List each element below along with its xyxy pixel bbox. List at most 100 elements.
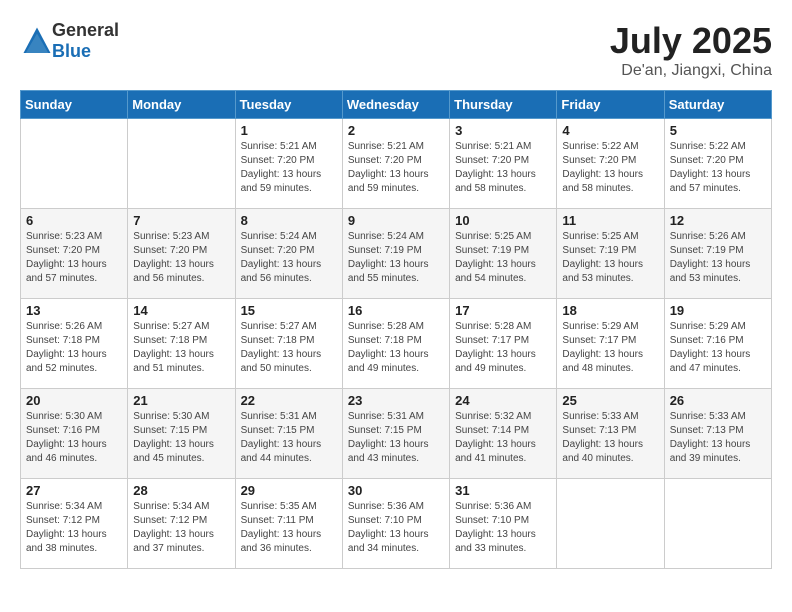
day-detail: Sunrise: 5:34 AM Sunset: 7:12 PM Dayligh… <box>133 500 229 556</box>
calendar-cell: 30Sunrise: 5:36 AM Sunset: 7:10 PM Dayli… <box>342 479 449 569</box>
calendar-cell: 29 Sunrise: 5:35 AM Sunset: 7:11 PM Dayli… <box>235 479 342 569</box>
weekday-header-tuesday: Tuesday <box>235 91 342 119</box>
weekday-header-wednesday: Wednesday <box>342 91 449 119</box>
calendar-cell: 31Sunrise: 5:36 AM Sunset: 7:10 PM Dayli… <box>450 479 557 569</box>
day-number: 15 <box>241 303 337 318</box>
calendar-cell: 2 Sunrise: 5:21 AM Sunset: 7:20 PM Daylig… <box>342 119 449 209</box>
day-detail: Sunrise: 5:35 AM Sunset: 7:11 PM Dayligh… <box>241 500 337 556</box>
day-detail: Sunrise: 5:24 AM Sunset: 7:19 PM Dayligh… <box>348 230 444 286</box>
day-number: 19 <box>670 303 766 318</box>
weekday-header-saturday: Saturday <box>664 91 771 119</box>
day-detail: Sunrise: 5:23 AM Sunset: 7:20 PM Dayligh… <box>133 230 229 286</box>
calendar-cell: 8Sunrise: 5:24 AM Sunset: 7:20 PM Daylig… <box>235 209 342 299</box>
day-number: 2 <box>348 123 444 138</box>
calendar-cell: 11 Sunrise: 5:25 AM Sunset: 7:19 PM Dayli… <box>557 209 664 299</box>
day-number: 28 <box>133 483 229 498</box>
day-number: 22 <box>241 393 337 408</box>
day-number: 23 <box>348 393 444 408</box>
calendar-cell <box>664 479 771 569</box>
week-row-2: 6Sunrise: 5:23 AM Sunset: 7:20 PM Daylig… <box>21 209 772 299</box>
day-detail: Sunrise: 5:23 AM Sunset: 7:20 PM Dayligh… <box>26 230 122 286</box>
calendar-cell: 12Sunrise: 5:26 AM Sunset: 7:19 PM Dayli… <box>664 209 771 299</box>
calendar-cell: 4 Sunrise: 5:22 AM Sunset: 7:20 PM Daylig… <box>557 119 664 209</box>
week-row-1: 1 Sunrise: 5:21 AM Sunset: 7:20 PM Daylig… <box>21 119 772 209</box>
day-detail: Sunrise: 5:28 AM Sunset: 7:18 PM Dayligh… <box>348 320 444 376</box>
calendar-cell: 19 Sunrise: 5:29 AM Sunset: 7:16 PM Dayli… <box>664 299 771 389</box>
weekday-header-friday: Friday <box>557 91 664 119</box>
week-row-5: 27 Sunrise: 5:34 AM Sunset: 7:12 PM Dayli… <box>21 479 772 569</box>
weekday-header-monday: Monday <box>128 91 235 119</box>
logo-text-general: General <box>52 20 119 40</box>
day-number: 11 <box>562 213 658 228</box>
calendar-cell <box>21 119 128 209</box>
day-number: 24 <box>455 393 551 408</box>
day-detail: Sunrise: 5:22 AM Sunset: 7:20 PM Dayligh… <box>562 140 658 196</box>
day-detail: Sunrise: 5:33 AM Sunset: 7:13 PM Dayligh… <box>562 410 658 466</box>
day-detail: Sunrise: 5:25 AM Sunset: 7:19 PM Dayligh… <box>455 230 551 286</box>
day-number: 16 <box>348 303 444 318</box>
day-number: 18 <box>562 303 658 318</box>
day-number: 1 <box>241 123 337 138</box>
day-detail: Sunrise: 5:25 AM Sunset: 7:19 PM Dayligh… <box>562 230 658 286</box>
day-detail: Sunrise: 5:36 AM Sunset: 7:10 PM Dayligh… <box>455 500 551 556</box>
calendar-cell <box>557 479 664 569</box>
calendar-cell: 15Sunrise: 5:27 AM Sunset: 7:18 PM Dayli… <box>235 299 342 389</box>
calendar-cell: 10 Sunrise: 5:25 AM Sunset: 7:19 PM Dayli… <box>450 209 557 299</box>
calendar-cell: 21 Sunrise: 5:30 AM Sunset: 7:15 PM Dayli… <box>128 389 235 479</box>
location: De'an, Jiangxi, China <box>610 62 772 80</box>
day-number: 27 <box>26 483 122 498</box>
day-number: 4 <box>562 123 658 138</box>
weekday-header-row: SundayMondayTuesdayWednesdayThursdayFrid… <box>21 91 772 119</box>
day-number: 25 <box>562 393 658 408</box>
day-detail: Sunrise: 5:21 AM Sunset: 7:20 PM Dayligh… <box>241 140 337 196</box>
day-number: 13 <box>26 303 122 318</box>
calendar-cell: 27 Sunrise: 5:34 AM Sunset: 7:12 PM Dayli… <box>21 479 128 569</box>
calendar-cell: 14 Sunrise: 5:27 AM Sunset: 7:18 PM Dayli… <box>128 299 235 389</box>
title-area: July 2025 De'an, Jiangxi, China <box>610 20 772 80</box>
day-number: 29 <box>241 483 337 498</box>
day-detail: Sunrise: 5:31 AM Sunset: 7:15 PM Dayligh… <box>241 410 337 466</box>
calendar-cell: 25 Sunrise: 5:33 AM Sunset: 7:13 PM Dayli… <box>557 389 664 479</box>
day-number: 30 <box>348 483 444 498</box>
day-detail: Sunrise: 5:28 AM Sunset: 7:17 PM Dayligh… <box>455 320 551 376</box>
day-number: 10 <box>455 213 551 228</box>
day-detail: Sunrise: 5:31 AM Sunset: 7:15 PM Dayligh… <box>348 410 444 466</box>
day-detail: Sunrise: 5:33 AM Sunset: 7:13 PM Dayligh… <box>670 410 766 466</box>
day-number: 21 <box>133 393 229 408</box>
calendar-cell: 23 Sunrise: 5:31 AM Sunset: 7:15 PM Dayli… <box>342 389 449 479</box>
calendar-cell: 17 Sunrise: 5:28 AM Sunset: 7:17 PM Dayli… <box>450 299 557 389</box>
calendar-cell: 22 Sunrise: 5:31 AM Sunset: 7:15 PM Dayli… <box>235 389 342 479</box>
calendar-table: SundayMondayTuesdayWednesdayThursdayFrid… <box>20 90 772 569</box>
logo-icon <box>22 26 52 56</box>
calendar-cell: 24 Sunrise: 5:32 AM Sunset: 7:14 PM Dayli… <box>450 389 557 479</box>
calendar-cell <box>128 119 235 209</box>
calendar-cell: 20Sunrise: 5:30 AM Sunset: 7:16 PM Dayli… <box>21 389 128 479</box>
calendar-cell: 3 Sunrise: 5:21 AM Sunset: 7:20 PM Daylig… <box>450 119 557 209</box>
day-detail: Sunrise: 5:21 AM Sunset: 7:20 PM Dayligh… <box>348 140 444 196</box>
day-detail: Sunrise: 5:30 AM Sunset: 7:15 PM Dayligh… <box>133 410 229 466</box>
weekday-header-thursday: Thursday <box>450 91 557 119</box>
day-number: 3 <box>455 123 551 138</box>
calendar-cell: 9 Sunrise: 5:24 AM Sunset: 7:19 PM Daylig… <box>342 209 449 299</box>
day-detail: Sunrise: 5:29 AM Sunset: 7:16 PM Dayligh… <box>670 320 766 376</box>
day-detail: Sunrise: 5:34 AM Sunset: 7:12 PM Dayligh… <box>26 500 122 556</box>
day-number: 8 <box>241 213 337 228</box>
day-detail: Sunrise: 5:26 AM Sunset: 7:19 PM Dayligh… <box>670 230 766 286</box>
day-number: 20 <box>26 393 122 408</box>
week-row-3: 13Sunrise: 5:26 AM Sunset: 7:18 PM Dayli… <box>21 299 772 389</box>
day-number: 9 <box>348 213 444 228</box>
logo-text-blue: Blue <box>52 41 91 61</box>
day-number: 17 <box>455 303 551 318</box>
weekday-header-sunday: Sunday <box>21 91 128 119</box>
day-detail: Sunrise: 5:21 AM Sunset: 7:20 PM Dayligh… <box>455 140 551 196</box>
logo: General Blue <box>20 20 119 62</box>
day-detail: Sunrise: 5:32 AM Sunset: 7:14 PM Dayligh… <box>455 410 551 466</box>
day-detail: Sunrise: 5:22 AM Sunset: 7:20 PM Dayligh… <box>670 140 766 196</box>
week-row-4: 20Sunrise: 5:30 AM Sunset: 7:16 PM Dayli… <box>21 389 772 479</box>
calendar-cell: 5Sunrise: 5:22 AM Sunset: 7:20 PM Daylig… <box>664 119 771 209</box>
header: General Blue July 2025 De'an, Jiangxi, C… <box>20 20 772 80</box>
day-number: 14 <box>133 303 229 318</box>
calendar-cell: 16 Sunrise: 5:28 AM Sunset: 7:18 PM Dayli… <box>342 299 449 389</box>
calendar-cell: 6Sunrise: 5:23 AM Sunset: 7:20 PM Daylig… <box>21 209 128 299</box>
day-detail: Sunrise: 5:27 AM Sunset: 7:18 PM Dayligh… <box>133 320 229 376</box>
